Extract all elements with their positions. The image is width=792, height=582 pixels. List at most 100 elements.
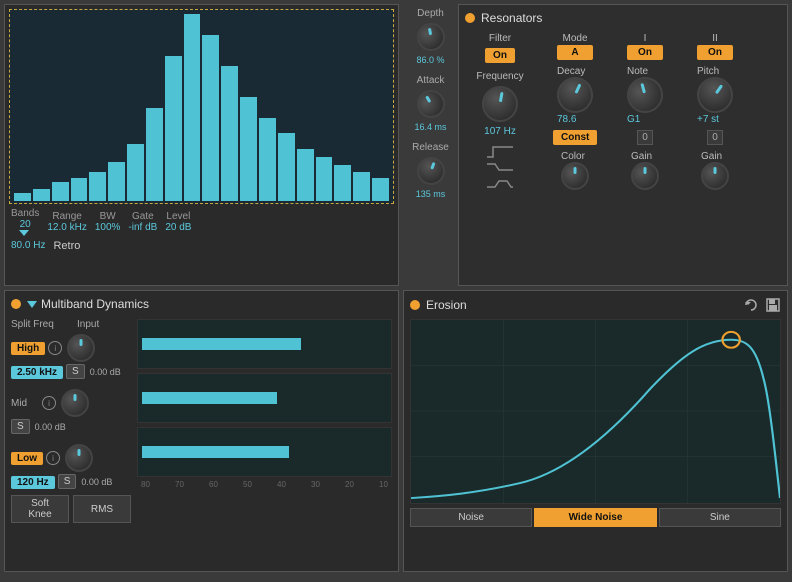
decay-knob[interactable] <box>551 71 599 119</box>
note-label: Note <box>627 66 648 77</box>
note-value: G1 <box>627 114 640 125</box>
multiband-title-area: Multiband Dynamics <box>27 297 149 311</box>
scale-30: 30 <box>311 480 320 489</box>
mid-input-knob[interactable] <box>61 389 89 417</box>
noise-button[interactable]: Noise <box>410 508 532 527</box>
eq-bar <box>353 172 370 201</box>
pitch-label: Pitch <box>697 66 719 77</box>
attack-label: Attack <box>417 75 445 86</box>
i-label: I <box>644 33 647 44</box>
filter-shapes <box>485 145 515 193</box>
gain-ii-label: Gain <box>701 151 722 162</box>
wide-noise-button[interactable]: Wide Noise <box>534 508 656 527</box>
high-input-knob[interactable] <box>67 334 95 362</box>
bands-chevron-icon[interactable] <box>19 230 29 236</box>
mid-bar-fill <box>142 392 277 404</box>
high-button[interactable]: High <box>11 342 45 355</box>
erosion-refresh-icon[interactable] <box>743 297 759 313</box>
ii-on-button[interactable]: On <box>697 45 733 60</box>
retro-button[interactable]: Retro <box>53 240 80 252</box>
frequency-knob[interactable] <box>479 83 521 125</box>
pitch-area: Pitch +7 st <box>697 65 733 125</box>
eq-display[interactable] <box>9 9 394 204</box>
filter-shape-1[interactable] <box>485 145 515 159</box>
decay-label: Decay <box>557 66 585 77</box>
note-area: Note G1 <box>627 65 663 125</box>
color-area: Color <box>561 150 589 190</box>
scale-40: 40 <box>277 480 286 489</box>
soft-knee-button[interactable]: Soft Knee <box>11 495 69 523</box>
mid-info-icon[interactable]: i <box>42 396 56 410</box>
scale-80: 80 <box>141 480 150 489</box>
multiband-dot <box>11 299 21 309</box>
erosion-display[interactable] <box>410 319 781 504</box>
low-button[interactable]: Low <box>11 452 43 465</box>
depth-label: Depth <box>417 8 444 19</box>
high-info-icon[interactable]: i <box>48 341 62 355</box>
gate-value: -inf dB <box>128 222 157 233</box>
mid-s-button[interactable]: S <box>11 419 30 434</box>
low-freq-button[interactable]: 120 Hz <box>11 476 55 489</box>
release-value: 135 ms <box>416 189 446 199</box>
sine-button[interactable]: Sine <box>659 508 781 527</box>
erosion-dot <box>410 300 420 310</box>
i-on-button[interactable]: On <box>627 45 663 60</box>
bottom-buttons: Soft Knee RMS <box>11 495 131 523</box>
gate-label: Gate <box>132 211 154 222</box>
gain-ii-knob[interactable] <box>701 162 729 190</box>
bands-value: 20 <box>20 219 31 230</box>
eq-bar <box>165 56 182 201</box>
filter-on-button[interactable]: On <box>485 48 515 63</box>
depth-knob[interactable] <box>414 21 446 53</box>
erosion-save-icon[interactable] <box>765 297 781 313</box>
eq-bar <box>372 178 389 201</box>
mode-a-button[interactable]: A <box>557 45 593 60</box>
resonators-title: Resonators <box>465 11 781 25</box>
scale-60: 60 <box>209 480 218 489</box>
erosion-curve-svg <box>411 320 780 503</box>
low-info-icon[interactable]: i <box>46 451 60 465</box>
high-s-button[interactable]: S <box>66 364 85 379</box>
high-freq-button[interactable]: 2.50 kHz <box>11 366 63 379</box>
frequency-label: Frequency <box>476 71 523 82</box>
eq-bar <box>221 66 238 201</box>
resonators-panel: Resonators Filter On Frequency 107 Hz Mo… <box>458 4 788 286</box>
erosion-title-text: Erosion <box>426 298 467 312</box>
low-input-value: 0.00 dB <box>81 477 112 487</box>
high-bar-row <box>137 319 392 369</box>
resonator-ii-column: II On Pitch +7 st 0 Gain <box>685 33 745 193</box>
color-label: Color <box>561 151 585 162</box>
input-header-label: Input <box>77 319 99 330</box>
note-knob[interactable] <box>623 73 667 117</box>
gain-i-value-display[interactable]: 0 <box>637 130 653 145</box>
eq-bar <box>334 165 351 201</box>
color-knob[interactable] <box>561 162 589 190</box>
eq-bar <box>89 172 106 201</box>
mid-label: Mid <box>11 398 39 409</box>
eq-panel: Bands 20 Range 12.0 kHz BW 100% Gate -in… <box>4 4 399 286</box>
scale-10: 10 <box>379 480 388 489</box>
bw-label: BW <box>100 211 116 222</box>
mid-bar-row <box>137 373 392 423</box>
frequency-value: 107 Hz <box>484 126 516 137</box>
low-input-knob[interactable] <box>65 444 93 472</box>
multiband-chevron-icon[interactable] <box>27 301 37 308</box>
multiband-bars-section: 80 70 60 50 40 30 20 10 <box>137 319 392 523</box>
filter-shape-3[interactable] <box>485 179 515 193</box>
low-s-button[interactable]: S <box>58 474 77 489</box>
erosion-icons <box>743 297 781 313</box>
attack-knob[interactable] <box>411 85 449 123</box>
gain-ii-value-display[interactable]: 0 <box>707 130 723 145</box>
pitch-knob[interactable] <box>690 70 740 120</box>
eq-bar <box>259 118 276 201</box>
rms-button[interactable]: RMS <box>73 495 131 523</box>
release-knob[interactable] <box>413 153 449 189</box>
pitch-value: +7 st <box>697 114 719 125</box>
gain-ii-area: Gain <box>701 150 729 190</box>
mode-label: Mode <box>562 33 587 44</box>
gain-i-knob[interactable] <box>631 162 659 190</box>
filter-shape-2[interactable] <box>485 162 515 176</box>
dar-panel: Depth 86.0 % Attack 16.4 ms Release 135 … <box>403 0 458 290</box>
bands-label: Bands <box>11 208 39 219</box>
const-button[interactable]: Const <box>553 130 597 145</box>
